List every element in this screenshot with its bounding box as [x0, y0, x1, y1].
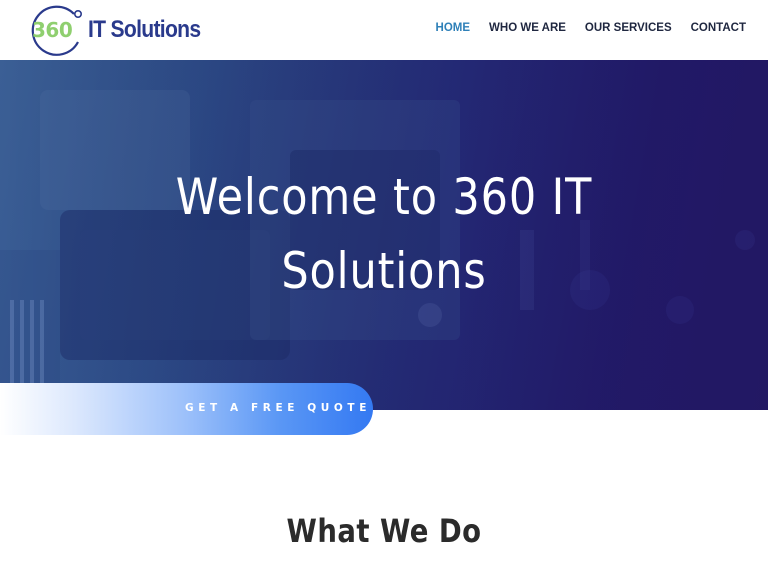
site-header: 360 IT Solutions HOME WHO WE ARE OUR SER… — [0, 0, 768, 60]
get-free-quote-label: GET A FREE QUOTE — [185, 402, 371, 414]
hero-banner: Welcome to 360 IT Solutions — [0, 60, 768, 410]
logo-name: IT Solutions — [88, 16, 201, 43]
hero-title: Welcome to 360 IT Solutions — [126, 160, 642, 308]
site-logo[interactable]: 360 IT Solutions — [28, 2, 208, 58]
hero-title-line-2: Solutions — [281, 242, 487, 300]
nav-item-home[interactable]: HOME — [436, 22, 471, 34]
hero-title-line-1: Welcome to 360 IT — [175, 168, 593, 226]
nav-item-our-services[interactable]: OUR SERVICES — [585, 22, 672, 34]
nav-item-who-we-are[interactable]: WHO WE ARE — [489, 22, 566, 34]
what-we-do-heading: What We Do — [286, 512, 482, 550]
get-free-quote-button[interactable]: GET A FREE QUOTE — [0, 383, 373, 435]
logo-mark-text: 360 — [32, 18, 73, 42]
main-nav: HOME WHO WE ARE OUR SERVICES CONTACT — [436, 22, 746, 34]
nav-item-contact[interactable]: CONTACT — [691, 22, 746, 34]
